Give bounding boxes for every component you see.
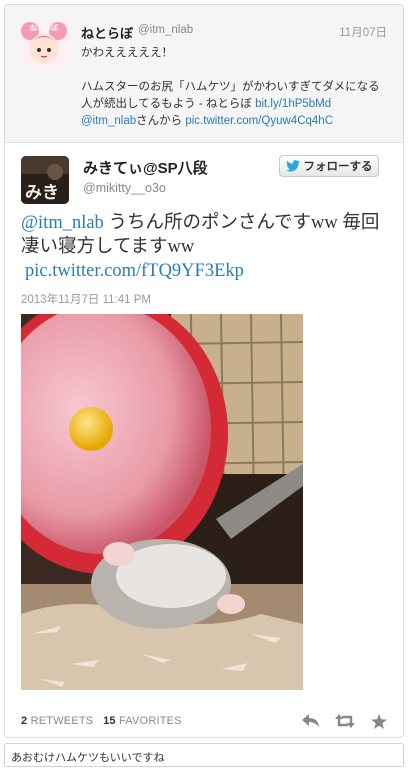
tweet-photo[interactable] bbox=[21, 314, 303, 690]
follow-label: フォローする bbox=[303, 161, 373, 173]
tweet-author-name[interactable]: みきてぃ@SP八段 bbox=[83, 157, 208, 178]
parent-line1: かわえええええ！ bbox=[81, 47, 173, 59]
tweet-actions bbox=[301, 712, 389, 730]
parent-date[interactable]: 11月07日 bbox=[339, 24, 387, 40]
parent-link-bitly[interactable]: bit.ly/1hP5bMd bbox=[255, 98, 331, 110]
parent-tweet-text: かわえええええ！ ハムスターのお尻「ハムケツ」がかわいすぎてダメになる人が続出し… bbox=[81, 45, 391, 130]
parent-avatar[interactable]: ねとらぼ bbox=[20, 19, 68, 67]
anime-avatar-icon: ねとらぼ bbox=[20, 19, 68, 67]
tweet-stats: 2 RETWEETS 15 FAVORITES bbox=[21, 715, 182, 727]
svg-text:ねとらぼ: ねとらぼ bbox=[30, 23, 59, 32]
favorite-icon[interactable] bbox=[369, 712, 389, 730]
retweets-count[interactable]: 2 bbox=[21, 715, 27, 727]
parent-author-handle[interactable]: @itm_nlab bbox=[138, 24, 193, 36]
tweet-avatar[interactable]: みき bbox=[21, 156, 69, 204]
favorites-count[interactable]: 15 bbox=[103, 715, 116, 727]
tweet-timestamp[interactable]: 2013年11月7日 11:41 PM bbox=[21, 291, 151, 307]
parent-pic-link[interactable]: pic.twitter.com/Qyuw4Cq4hC bbox=[185, 115, 333, 127]
parent-from-text: さんから bbox=[136, 115, 183, 127]
caption-text: あおむけハムケツもいいですね bbox=[4, 743, 404, 767]
tweet-mention-link[interactable]: @itm_nlab bbox=[21, 213, 104, 233]
parent-author-name[interactable]: ねとらぼ bbox=[81, 23, 133, 42]
twitter-bird-icon bbox=[285, 160, 300, 172]
svg-text:みき: みき bbox=[25, 183, 59, 203]
tweet-text: @itm_nlab うちん所のポンさんですww 毎回凄い寝方してますww pic… bbox=[21, 211, 391, 283]
favorites-label[interactable]: FAVORITES bbox=[119, 715, 182, 727]
reply-icon[interactable] bbox=[301, 712, 321, 730]
hamster-wheel-photo bbox=[21, 314, 303, 690]
tweet-pic-link[interactable]: pic.twitter.com/fTQ9YF3Ekp bbox=[25, 259, 391, 283]
tweet-author-handle[interactable]: @mikitty__o3o bbox=[83, 181, 166, 195]
tweet-card: ねとらぼ ねとらぼ @itm_nlab 11月07日 かわえええええ！ ハムスタ… bbox=[4, 4, 404, 738]
parent-line2: ハムスターのお尻「ハムケツ」がかわいすぎてダメになる人が続出してるもよう - ね… bbox=[81, 81, 380, 110]
retweet-icon[interactable] bbox=[335, 712, 355, 730]
photo-avatar-icon: みき bbox=[21, 156, 69, 204]
parent-tweet: ねとらぼ ねとらぼ @itm_nlab 11月07日 かわえええええ！ ハムスタ… bbox=[5, 5, 403, 143]
follow-button[interactable]: フォローする bbox=[279, 155, 379, 177]
parent-mention-link[interactable]: @itm_nlab bbox=[81, 115, 136, 127]
retweets-label[interactable]: RETWEETS bbox=[31, 715, 94, 727]
